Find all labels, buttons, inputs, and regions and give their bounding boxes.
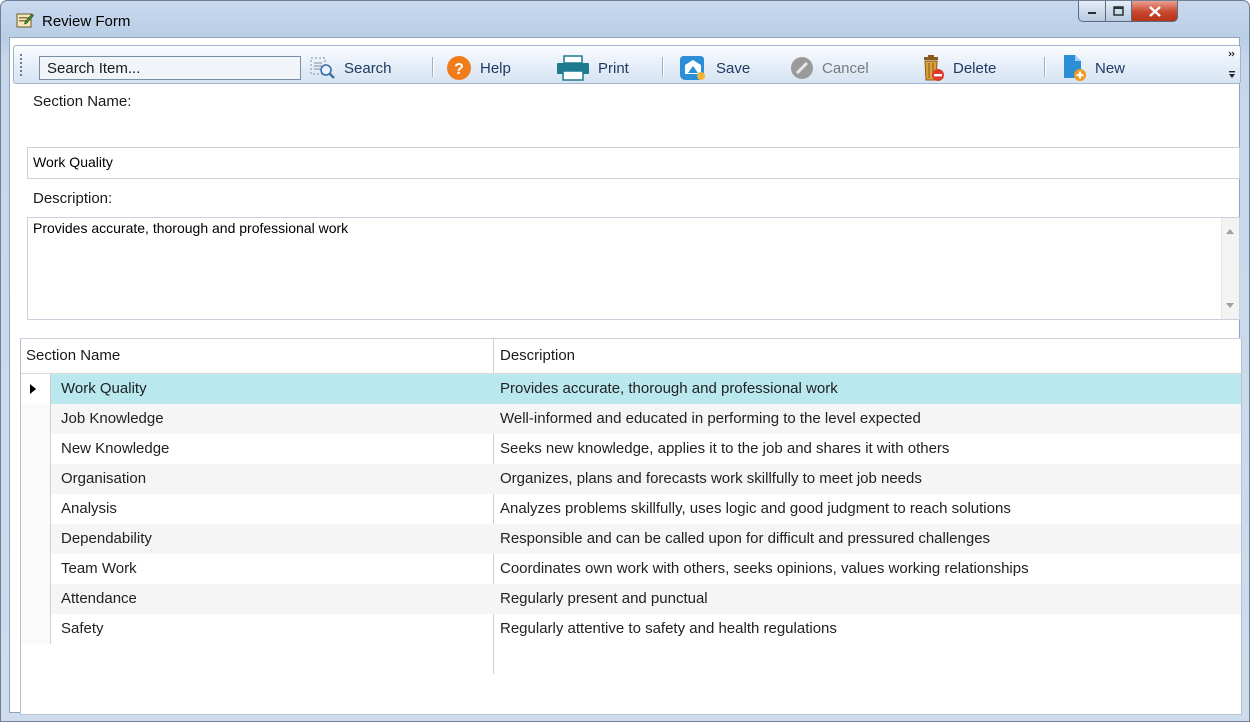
overflow-chevron-icon	[1228, 51, 1235, 78]
review-form-window: Review Form Search ?	[0, 0, 1250, 722]
cancel-button-label: Cancel	[822, 59, 869, 77]
description-scrollbar[interactable]	[1221, 218, 1239, 319]
printer-icon	[557, 55, 589, 81]
search-button[interactable]: Search	[310, 56, 392, 80]
row-header[interactable]	[21, 374, 51, 404]
cell-description[interactable]: Regularly attentive to safety and health…	[500, 614, 1240, 644]
cell-description[interactable]: Organizes, plans and forecasts work skil…	[500, 464, 1240, 494]
cell-description[interactable]: Seeks new knowledge, applies it to the j…	[500, 434, 1240, 464]
svg-text:?: ?	[454, 61, 464, 78]
description-field[interactable]: Provides accurate, thorough and professi…	[27, 217, 1240, 320]
cell-description[interactable]: Responsible and can be called upon for d…	[500, 524, 1240, 554]
table-row[interactable]: Job Knowledge Well-informed and educated …	[21, 404, 1241, 434]
column-header-section-name[interactable]: Section Name	[21, 339, 494, 373]
search-input[interactable]	[39, 56, 301, 80]
grid-body: Work Quality Provides accurate, thorough …	[21, 374, 1241, 674]
help-icon: ?	[447, 56, 471, 80]
toolbar-separator	[432, 57, 434, 77]
toolbar: Search ? Help Print	[13, 45, 1241, 84]
sections-grid[interactable]: Section Name Description Work Quality Pro…	[20, 338, 1242, 715]
form-edit-icon	[16, 13, 34, 28]
table-row[interactable]: Safety Regularly attentive to safety and …	[21, 614, 1241, 644]
window-title: Review Form	[42, 13, 131, 30]
description-text: Provides accurate, thorough and professi…	[33, 220, 349, 236]
cell-section-name[interactable]: Organisation	[61, 464, 491, 494]
current-row-indicator-icon	[30, 384, 36, 394]
row-header[interactable]	[21, 584, 51, 614]
search-button-label: Search	[344, 59, 392, 77]
title-bar[interactable]: Review Form	[1, 1, 1249, 37]
minimize-button[interactable]	[1078, 1, 1106, 22]
column-divider[interactable]	[493, 339, 494, 373]
row-header[interactable]	[21, 554, 51, 584]
row-header[interactable]	[21, 494, 51, 524]
row-header[interactable]	[21, 464, 51, 494]
cancel-button[interactable]: Cancel	[790, 56, 869, 80]
new-button[interactable]: New	[1061, 55, 1126, 81]
cell-section-name[interactable]: Team Work	[61, 554, 491, 584]
table-row[interactable]: New Knowledge Seeks new knowledge, applie…	[21, 434, 1241, 464]
row-header[interactable]	[21, 614, 51, 644]
close-icon	[1148, 5, 1161, 17]
save-button[interactable]: Save	[678, 56, 750, 80]
toolbar-grip[interactable]	[20, 54, 24, 76]
cell-description[interactable]: Coordinates own work with others, seeks …	[500, 554, 1240, 584]
grid-header: Section Name Description	[21, 339, 1241, 374]
delete-button[interactable]: Delete	[921, 55, 997, 81]
maximize-button[interactable]	[1105, 1, 1132, 22]
cell-description[interactable]: Provides accurate, thorough and professi…	[500, 374, 1240, 404]
table-row[interactable]: Attendance Regularly present and punctual	[21, 584, 1241, 614]
help-button-label: Help	[480, 59, 511, 77]
trash-icon	[924, 55, 944, 81]
cell-section-name[interactable]: Attendance	[61, 584, 491, 614]
cell-description[interactable]: Regularly present and punctual	[500, 584, 1240, 614]
toolbar-overflow-button[interactable]	[1228, 50, 1236, 83]
cell-section-name[interactable]: Analysis	[61, 494, 491, 524]
table-row[interactable]: Dependability Responsible and can be call…	[21, 524, 1241, 554]
section-name-label: Section Name:	[33, 93, 132, 110]
cancel-icon	[791, 57, 813, 79]
table-row[interactable]: Work Quality Provides accurate, thorough …	[21, 374, 1241, 404]
maximize-icon	[1113, 6, 1124, 16]
help-button[interactable]: ? Help	[446, 56, 511, 80]
delete-button-label: Delete	[953, 59, 997, 77]
row-header[interactable]	[21, 434, 51, 464]
column-header-description[interactable]: Description	[495, 339, 1240, 373]
toolbar-separator	[662, 57, 664, 77]
cell-section-name[interactable]: Work Quality	[61, 374, 491, 404]
row-header[interactable]	[21, 404, 51, 434]
row-header[interactable]	[21, 524, 51, 554]
table-row[interactable]: Team Work Coordinates own work with other…	[21, 554, 1241, 584]
new-document-icon	[1064, 55, 1086, 81]
close-button[interactable]	[1131, 1, 1178, 22]
minimize-icon	[1088, 12, 1096, 14]
save-icon	[680, 56, 705, 80]
cell-section-name[interactable]: Job Knowledge	[61, 404, 491, 434]
print-button-label: Print	[598, 59, 629, 77]
table-row[interactable]: Analysis Analyzes problems skillfully, us…	[21, 494, 1241, 524]
scroll-down-icon[interactable]	[1226, 303, 1234, 308]
section-name-field[interactable]: Work Quality	[27, 147, 1240, 179]
cell-description[interactable]: Analyzes problems skillfully, uses logic…	[500, 494, 1240, 524]
description-label: Description:	[33, 190, 113, 207]
scroll-up-icon[interactable]	[1226, 229, 1234, 234]
save-button-label: Save	[716, 59, 751, 77]
search-icon	[310, 57, 335, 79]
print-button[interactable]: Print	[556, 55, 629, 81]
cell-section-name[interactable]: New Knowledge	[61, 434, 491, 464]
cell-description[interactable]: Well-informed and educated in performing…	[500, 404, 1240, 434]
table-row[interactable]: Organisation Organizes, plans and forecas…	[21, 464, 1241, 494]
cell-section-name[interactable]: Safety	[61, 614, 491, 644]
new-button-label: New	[1095, 59, 1126, 77]
cell-section-name[interactable]: Dependability	[61, 524, 491, 554]
toolbar-separator	[1044, 57, 1046, 77]
